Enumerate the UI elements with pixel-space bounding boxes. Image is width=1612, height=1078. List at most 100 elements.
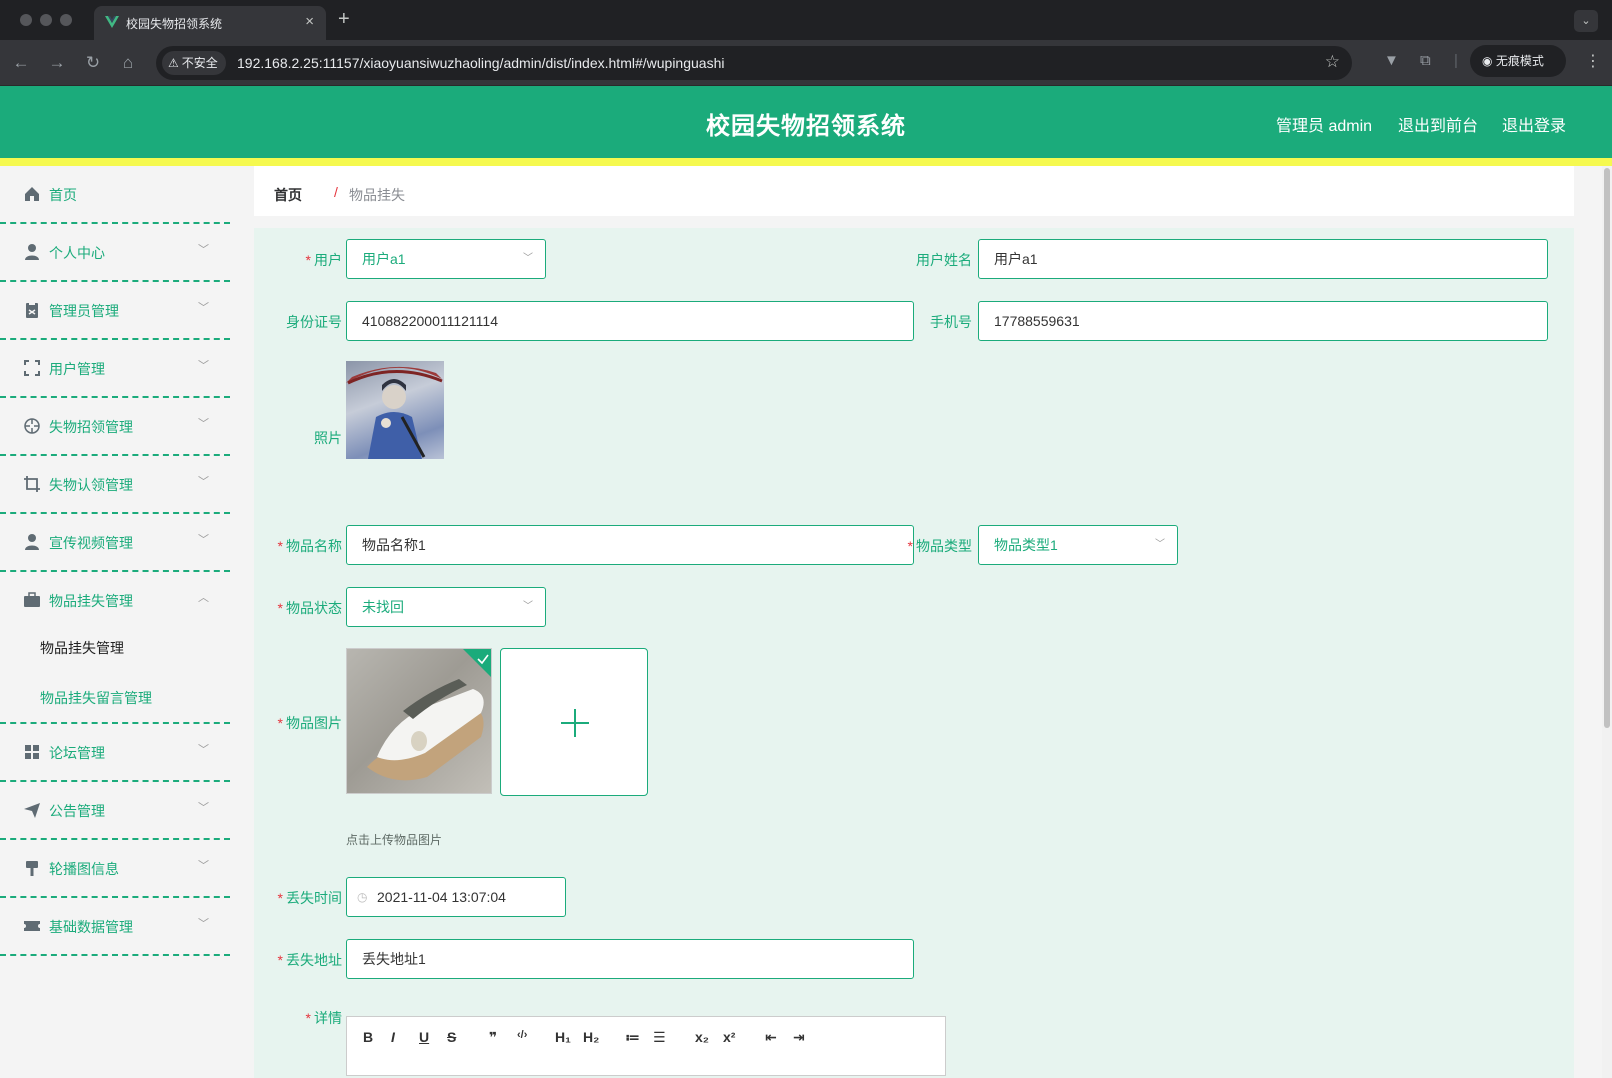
lost-time-picker[interactable]: ◷ 2021-11-04 13:07:04 (346, 877, 566, 917)
submenu-item-loss-report[interactable]: 物品挂失管理 (40, 638, 124, 658)
sidebar-item-label: 物品挂失管理 (49, 593, 133, 609)
submenu-item-loss-report-comments[interactable]: 物品挂失留言管理 (40, 688, 152, 708)
username-label: 用户姓名 (916, 252, 972, 268)
item-status-label: * 物品状态 (277, 600, 342, 616)
person-with-umbrella-image (346, 366, 443, 459)
header-accent-strip (0, 158, 1612, 166)
window-close-dot[interactable] (20, 14, 32, 26)
user-label: * 用户 (305, 252, 342, 268)
browser-toolbar: ← → ↻ ⌂ ⚠ 不安全 192.168.2.25:11157/xiaoyuan… (0, 40, 1612, 86)
phone-field[interactable]: 17788559631 (978, 301, 1548, 341)
code-button[interactable]: ‹/› (517, 1029, 527, 1041)
sidebar-item-notice-management[interactable]: 公告管理 ﹀ (0, 782, 230, 840)
window-zoom-dot[interactable] (60, 14, 72, 26)
send-icon (24, 803, 40, 818)
lost-address-field[interactable]: 丢失地址1 (346, 939, 914, 979)
chevron-down-icon: ﹀ (198, 744, 209, 756)
app-header: 校园失物招领系统 管理员 admin 退出到前台 退出登录 (0, 86, 1612, 158)
chevron-down-icon: ﹀ (198, 476, 209, 488)
tab-close-icon[interactable]: × (305, 13, 314, 30)
item-type-label: * 物品类型 (907, 538, 972, 554)
username-field[interactable]: 用户a1 (978, 239, 1548, 279)
ticket-icon (24, 921, 40, 931)
sidebar-item-label: 失物认领管理 (49, 477, 133, 493)
indent-button[interactable]: ⇥ (793, 1029, 805, 1046)
idcard-field[interactable]: 410882200011121114 (346, 301, 914, 341)
chevron-down-icon: ﹀ (198, 918, 209, 930)
chevron-down-icon: ﹀ (198, 534, 209, 546)
sidebar-item-label: 管理员管理 (49, 303, 119, 319)
sidebar-item-base-data-management[interactable]: 基础数据管理 ﹀ (0, 898, 230, 956)
incognito-icon: ◉ (1482, 54, 1496, 68)
reload-icon[interactable]: ↻ (82, 52, 104, 74)
incognito-badge[interactable]: ◉ 无痕模式 (1470, 45, 1566, 77)
user-icon (25, 534, 39, 550)
user-icon (25, 244, 39, 260)
vue-logo-icon (105, 16, 119, 28)
detail-label: * 详情 (305, 1010, 342, 1026)
sidebar-item-forum-management[interactable]: 论坛管理 ﹀ (0, 724, 230, 782)
browser-menu-icon[interactable]: ⋮ (1585, 51, 1601, 71)
underline-button[interactable]: U (419, 1029, 429, 1045)
h2-button[interactable]: H₂ (583, 1029, 599, 1045)
sidebar-item-user-management[interactable]: 用户管理 ﹀ (0, 340, 230, 398)
user-photo[interactable] (346, 361, 444, 459)
sidebar-item-label: 失物招领管理 (49, 419, 133, 435)
subscript-button[interactable]: x₂ (695, 1029, 709, 1045)
bold-button[interactable]: B (363, 1029, 373, 1045)
photo-label: 照片 (314, 430, 342, 446)
sidebar-item-label: 用户管理 (49, 361, 105, 377)
italic-button[interactable]: I (391, 1029, 395, 1045)
browser-tab[interactable]: 校园失物招领系统 × (94, 6, 326, 40)
vue-devtools-icon[interactable]: ▼ (1384, 52, 1399, 69)
browser-tab-bar: 校园失物招领系统 × + ⌄ (0, 0, 1612, 40)
ordered-list-button[interactable]: ≔ (625, 1029, 640, 1046)
sidebar-item-carousel-info[interactable]: 轮播图信息 ﹀ (0, 840, 230, 898)
outdent-button[interactable]: ⇤ (765, 1029, 777, 1046)
sidebar-item-video-management[interactable]: 宣传视频管理 ﹀ (0, 514, 230, 572)
address-bar[interactable]: ⚠ 不安全 192.168.2.25:11157/xiaoyuansiwuzhao… (156, 46, 1352, 80)
sidebar-item-personal-center[interactable]: 个人中心 ﹀ (0, 224, 230, 282)
scrollbar-thumb[interactable] (1604, 168, 1610, 728)
breadcrumb: 首页 / 物品挂失 (254, 166, 1574, 216)
sidebar: 首页 个人中心 ﹀ 管理员管理 ﹀ 用户管理 ﹀ 失物招领管理 ﹀ 失物认领管理… (0, 166, 232, 1078)
item-type-select[interactable]: 物品类型1 ﹀ (978, 525, 1178, 565)
logout-link[interactable]: 退出登录 (1502, 112, 1566, 136)
sidebar-item-claim-management[interactable]: 失物认领管理 ﹀ (0, 456, 230, 514)
upload-add-button[interactable] (500, 648, 648, 796)
item-name-field[interactable]: 物品名称1 (346, 525, 914, 565)
chevron-down-icon: ﹀ (198, 860, 209, 872)
tab-list-icon[interactable]: ⌄ (1574, 10, 1598, 32)
page-scrollbar[interactable] (1602, 166, 1612, 1078)
new-tab-icon[interactable]: + (338, 8, 350, 30)
sidebar-item-home[interactable]: 首页 (0, 166, 230, 224)
url-text[interactable]: 192.168.2.25:11157/xiaoyuansiwuzhaoling/… (237, 55, 724, 71)
strike-button[interactable]: S (447, 1029, 456, 1045)
chevron-up-icon: ︿ (198, 592, 209, 604)
warning-icon: ⚠ (168, 56, 179, 70)
bullet-list-button[interactable]: ☰ (653, 1029, 666, 1046)
window-minimize-dot[interactable] (40, 14, 52, 26)
upload-tip: 点击上传物品图片 (346, 833, 443, 847)
admin-label: 管理员 admin (1276, 118, 1373, 135)
bookmark-star-icon[interactable]: ☆ (1325, 52, 1340, 72)
forward-icon[interactable]: → (46, 52, 68, 74)
sidebar-item-lost-found-management[interactable]: 失物招领管理 ﹀ (0, 398, 230, 456)
to-front-link[interactable]: 退出到前台 (1398, 112, 1478, 136)
quote-button[interactable]: ❞ (489, 1029, 497, 1046)
rich-text-editor[interactable]: B I U S ❞ ‹/› H₁ H₂ ≔ ☰ x₂ x² ⇤ ⇥ (346, 1016, 946, 1076)
h1-button[interactable]: H₁ (555, 1029, 571, 1045)
superscript-button[interactable]: x² (723, 1029, 735, 1045)
sidebar-item-admin-management[interactable]: 管理员管理 ﹀ (0, 282, 230, 340)
chevron-down-icon: ﹀ (198, 418, 209, 430)
breadcrumb-home[interactable]: 首页 (274, 185, 302, 205)
sidebar-item-loss-report-management[interactable]: 物品挂失管理 ︿ 物品挂失管理 物品挂失留言管理 (0, 572, 230, 724)
security-indicator[interactable]: ⚠ 不安全 (162, 51, 226, 75)
back-icon[interactable]: ← (10, 52, 32, 74)
user-select[interactable]: 用户a1 ﹀ (346, 239, 546, 279)
uploaded-item-image[interactable] (346, 648, 492, 794)
extensions-icon[interactable]: ⧉ (1420, 52, 1431, 69)
item-status-select[interactable]: 未找回 ﹀ (346, 587, 546, 627)
lost-address-label: * 丢失地址 (277, 952, 342, 968)
home-icon[interactable]: ⌂ (117, 52, 139, 74)
